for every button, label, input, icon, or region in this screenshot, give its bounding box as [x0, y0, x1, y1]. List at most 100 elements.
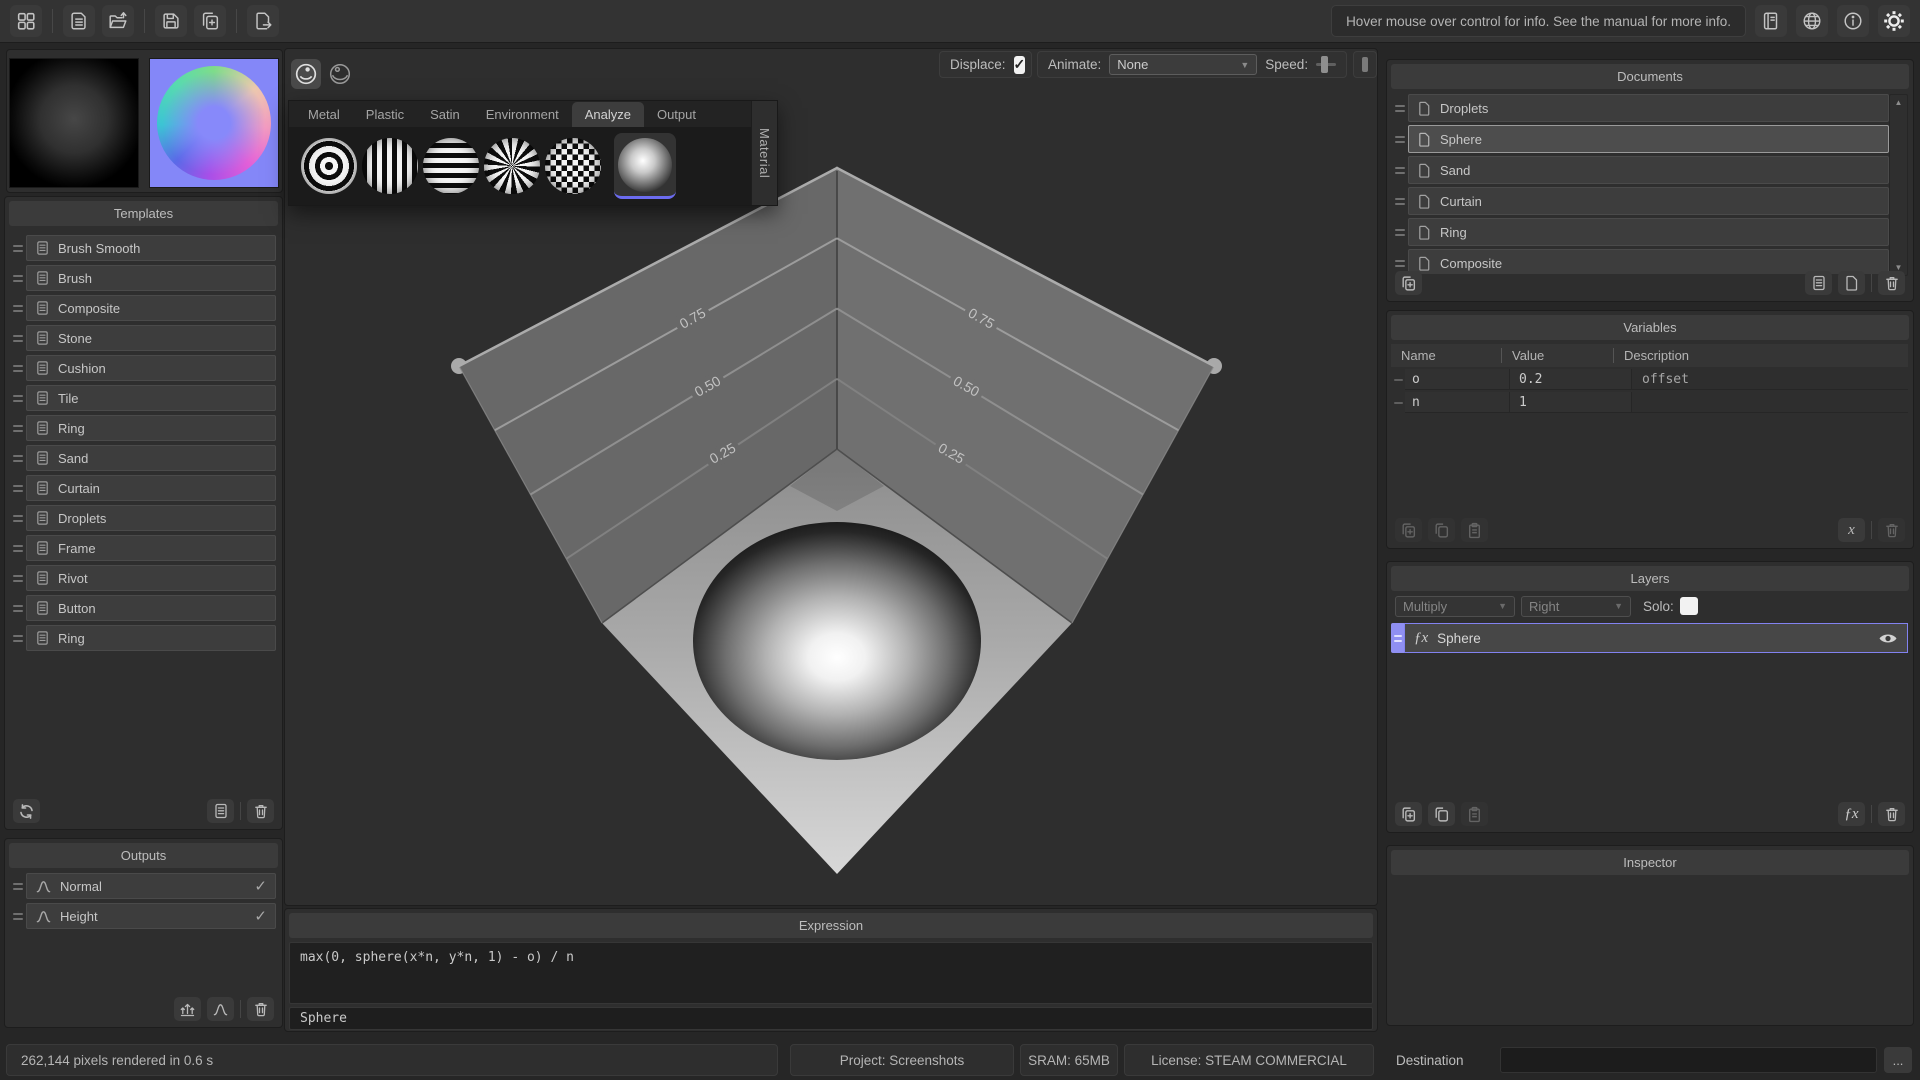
- tab-plastic[interactable]: Plastic: [353, 102, 417, 127]
- drag-handle[interactable]: [1391, 369, 1405, 390]
- drag-handle[interactable]: [9, 295, 26, 321]
- viewport-panel[interactable]: 0.75 0.50 0.25 0.75 0.50 0.25 Displace: …: [284, 48, 1378, 906]
- about-button[interactable]: [1837, 5, 1869, 37]
- align-mode-dropdown[interactable]: Right▼: [1521, 596, 1631, 617]
- drag-handle[interactable]: [1391, 218, 1408, 246]
- tab-satin[interactable]: Satin: [417, 102, 473, 127]
- layer-fx-button[interactable]: ƒx: [1838, 802, 1865, 826]
- document-row[interactable]: Ring: [1391, 218, 1889, 246]
- variable-name[interactable]: n: [1405, 392, 1509, 413]
- new-document-button[interactable]: [63, 5, 95, 37]
- drag-handle[interactable]: [9, 355, 26, 381]
- document-row[interactable]: Droplets: [1391, 94, 1889, 122]
- output-row[interactable]: Height✓: [9, 903, 276, 929]
- duplicate-layer-button[interactable]: [1428, 802, 1455, 826]
- open-button[interactable]: [102, 5, 134, 37]
- template-row[interactable]: Tile: [9, 385, 276, 411]
- template-row[interactable]: Ring: [9, 625, 276, 651]
- scroll-up-icon[interactable]: ▲: [1890, 98, 1907, 107]
- home-grid-button[interactable]: [10, 5, 42, 37]
- drag-handle[interactable]: [9, 415, 26, 441]
- template-row[interactable]: Button: [9, 595, 276, 621]
- drag-handle[interactable]: [1391, 156, 1408, 184]
- blend-mode-dropdown[interactable]: Multiply▼: [1395, 596, 1515, 617]
- variable-row[interactable]: n 1: [1391, 392, 1908, 413]
- template-row[interactable]: Sand: [9, 445, 276, 471]
- material-view-toggle-outline[interactable]: [325, 59, 355, 89]
- variable-value[interactable]: 0.2: [1509, 369, 1631, 390]
- drag-handle[interactable]: [1391, 392, 1405, 413]
- settings-button[interactable]: [1878, 5, 1910, 37]
- starburst-swatch[interactable]: [484, 138, 540, 194]
- drag-handle[interactable]: [9, 385, 26, 411]
- template-row[interactable]: Brush Smooth: [9, 235, 276, 261]
- tab-environment[interactable]: Environment: [473, 102, 572, 127]
- duplicate-document-button[interactable]: [194, 5, 226, 37]
- template-row[interactable]: Droplets: [9, 505, 276, 531]
- drag-handle[interactable]: [9, 265, 26, 291]
- new-from-template-button[interactable]: [1805, 271, 1832, 295]
- variable-value[interactable]: 1: [1509, 392, 1631, 413]
- template-row[interactable]: Stone: [9, 325, 276, 351]
- horizontal-stripes-swatch[interactable]: [423, 138, 479, 194]
- drag-handle[interactable]: [9, 505, 26, 531]
- drag-handle[interactable]: [9, 595, 26, 621]
- drag-handle[interactable]: [9, 873, 26, 899]
- tab-metal[interactable]: Metal: [295, 102, 353, 127]
- drag-handle[interactable]: [1391, 187, 1408, 215]
- drag-handle[interactable]: [1391, 125, 1408, 153]
- paste-variable-button[interactable]: [1461, 518, 1488, 542]
- destination-input[interactable]: [1500, 1047, 1877, 1073]
- insert-variable-button[interactable]: x: [1838, 518, 1865, 542]
- document-row[interactable]: Sand: [1391, 156, 1889, 184]
- drag-handle[interactable]: [9, 235, 26, 261]
- speed-slider-knob[interactable]: [1321, 56, 1328, 73]
- drag-handle[interactable]: [9, 903, 26, 929]
- new-template-button[interactable]: [207, 799, 234, 823]
- add-variable-button[interactable]: [1395, 518, 1422, 542]
- solo-checkbox[interactable]: [1680, 597, 1698, 615]
- destination-browse-button[interactable]: ...: [1884, 1047, 1912, 1073]
- refresh-templates-button[interactable]: [13, 799, 40, 823]
- drag-handle[interactable]: [1391, 94, 1408, 122]
- delete-output-button[interactable]: [247, 997, 274, 1021]
- height-preview[interactable]: [9, 58, 139, 188]
- delete-document-button[interactable]: [1878, 271, 1905, 295]
- manual-button[interactable]: [1755, 5, 1787, 37]
- bullseye-swatch[interactable]: [301, 138, 357, 194]
- gradient-sphere-swatch[interactable]: [618, 138, 672, 192]
- add-layer-button[interactable]: [1395, 802, 1422, 826]
- speed-slider[interactable]: [1316, 63, 1336, 66]
- output-row[interactable]: Normal✓: [9, 873, 276, 899]
- drag-handle[interactable]: [9, 565, 26, 591]
- template-row[interactable]: Curtain: [9, 475, 276, 501]
- add-emitter-output-button[interactable]: [174, 997, 201, 1021]
- variable-description[interactable]: [1631, 392, 1908, 413]
- expression-name-field[interactable]: Sphere: [289, 1007, 1373, 1030]
- tab-analyze[interactable]: Analyze: [572, 102, 644, 127]
- template-row[interactable]: Rivot: [9, 565, 276, 591]
- drag-handle[interactable]: [9, 535, 26, 561]
- template-row[interactable]: Brush: [9, 265, 276, 291]
- add-curve-output-button[interactable]: [207, 997, 234, 1021]
- export-button[interactable]: [247, 5, 279, 37]
- delete-variable-button[interactable]: [1878, 518, 1905, 542]
- layer-row-selected[interactable]: ƒx Sphere: [1391, 623, 1908, 653]
- drag-handle[interactable]: [9, 445, 26, 471]
- viewport-mini-slider[interactable]: [1353, 51, 1377, 78]
- new-document-button[interactable]: [1838, 271, 1865, 295]
- drag-handle[interactable]: [1391, 623, 1404, 653]
- eye-icon[interactable]: [1878, 632, 1898, 645]
- variable-name[interactable]: o: [1405, 369, 1509, 390]
- drag-handle[interactable]: [9, 625, 26, 651]
- template-row[interactable]: Cushion: [9, 355, 276, 381]
- normal-map-preview[interactable]: [149, 58, 279, 188]
- material-view-toggle-filled[interactable]: [291, 59, 321, 89]
- expression-code-editor[interactable]: max(0, sphere(x*n, y*n, 1) - o) / n: [289, 942, 1373, 1004]
- drag-handle[interactable]: [9, 325, 26, 351]
- paste-layer-button[interactable]: [1461, 802, 1488, 826]
- delete-template-button[interactable]: [247, 799, 274, 823]
- material-side-tab[interactable]: Material: [751, 101, 777, 205]
- template-row[interactable]: Frame: [9, 535, 276, 561]
- template-row[interactable]: Ring: [9, 415, 276, 441]
